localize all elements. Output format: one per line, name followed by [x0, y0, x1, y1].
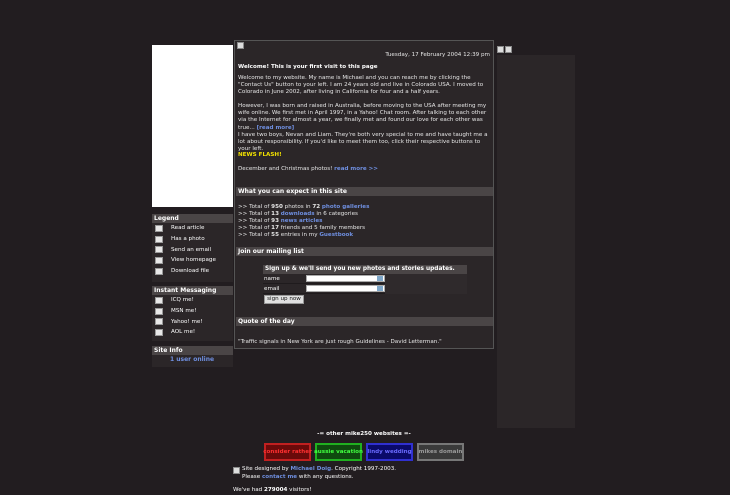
- article-icon: [155, 224, 163, 232]
- im-item-icq[interactable]: ICQ me!: [152, 295, 233, 306]
- site-info-title: Site Info: [152, 346, 233, 355]
- msn-icon: [155, 307, 163, 315]
- yahoo-icon: [155, 318, 163, 326]
- legend-item-download: Download file: [152, 266, 233, 277]
- email-label: email: [264, 285, 280, 292]
- im-item-aol[interactable]: AOL me!: [152, 327, 233, 338]
- stat-line-downloads: >> Total of 13 downloads in 6 categories: [238, 211, 358, 217]
- email-icon: [155, 246, 163, 254]
- right-column: [497, 55, 575, 428]
- quote-section-title: Quote of the day: [236, 317, 493, 326]
- banner-aussie-vacation[interactable]: aussie vacation: [314, 443, 363, 461]
- site-stats: >> Total of 950 photos in 72 photo galle…: [238, 204, 492, 239]
- site-credit: Site designed by Michael Doig. Copyright…: [233, 466, 396, 481]
- email-row: email: [263, 283, 467, 294]
- download-icon: [155, 267, 163, 275]
- name-input[interactable]: [306, 275, 385, 282]
- other-sites-title: -= other mike250 websites =-: [317, 431, 411, 437]
- left-banner-image: [152, 45, 233, 207]
- read-more-link[interactable]: [read more]: [257, 125, 295, 131]
- stat-line-news: >> Total of 93 news articles: [238, 218, 323, 224]
- users-online-link[interactable]: 1 user online: [152, 355, 233, 365]
- legend-panel: Legend Read article Has a photo Send an …: [152, 214, 233, 282]
- legend-item-homepage: View homepage: [152, 255, 233, 266]
- sign-up-button[interactable]: sign up now: [264, 295, 304, 304]
- name-row: name: [263, 273, 467, 284]
- broken-image-icon: [237, 42, 244, 49]
- broken-image-icon: [505, 46, 512, 53]
- input-autofill-icon: [377, 286, 383, 291]
- photo-galleries-link[interactable]: photo galleries: [322, 204, 370, 210]
- news-flash-heading: NEWS FLASH!: [238, 152, 282, 158]
- legend-title: Legend: [152, 214, 233, 223]
- news-read-more-link[interactable]: read more >>: [334, 166, 378, 172]
- signup-form: Sign up & we'll send you new photos and …: [263, 265, 467, 310]
- visitor-counter: We've had 279004 visitors!: [233, 487, 312, 493]
- photo-icon: [155, 235, 163, 243]
- right-icons: [497, 46, 512, 53]
- broken-image-icon: [233, 467, 240, 474]
- site-info-panel: Site Info 1 user online: [152, 346, 233, 367]
- instant-messaging-panel: Instant Messaging ICQ me! MSN me! Yahoo!…: [152, 286, 233, 341]
- legend-item-read-article: Read article: [152, 223, 233, 234]
- email-input[interactable]: [306, 285, 385, 292]
- welcome-title: Welcome! This is your first visit to thi…: [238, 64, 378, 70]
- stat-line-guestbook: >> Total of 55 entries in my Guestbook: [238, 232, 354, 238]
- expect-section-title: What you can expect in this site: [236, 187, 493, 196]
- stat-line-friends: >> Total of 17 friends and 5 family memb…: [238, 225, 366, 231]
- main-content: Tuesday, 17 February 2004 12:39 pm Welco…: [234, 40, 494, 349]
- legend-item-email: Send an email: [152, 244, 233, 255]
- intro-paragraph-3: I have two boys, Nevan and Liam. They're…: [238, 132, 488, 153]
- downloads-link[interactable]: downloads: [281, 211, 315, 217]
- banner-mikes-domain[interactable]: mikes domain: [417, 443, 464, 461]
- mailing-section-title: Join our mailing list: [236, 247, 493, 256]
- home-icon: [155, 256, 163, 264]
- news-text: December and Christmas photos! read more…: [238, 166, 378, 172]
- quote-text: "Traffic signals in New York are just ro…: [238, 339, 442, 345]
- input-autofill-icon: [377, 276, 383, 281]
- guestbook-link[interactable]: Guestbook: [319, 232, 353, 238]
- current-date: Tuesday, 17 February 2004 12:39 pm: [385, 52, 490, 58]
- intro-paragraph-1: Welcome to my website. My name is Michae…: [238, 75, 484, 96]
- contact-me-link[interactable]: contact me: [262, 474, 297, 480]
- designer-link[interactable]: Michael Doig: [290, 466, 331, 472]
- intro-paragraph-2: However, I was born and raised in Austra…: [238, 103, 487, 131]
- broken-image-icon: [497, 46, 504, 53]
- banner-lindy-wedding[interactable]: lindy wedding: [366, 443, 413, 461]
- legend-item-photo: Has a photo: [152, 234, 233, 245]
- im-item-yahoo[interactable]: Yahoo! me!: [152, 316, 233, 327]
- im-title: Instant Messaging: [152, 286, 233, 295]
- name-label: name: [264, 275, 280, 282]
- im-item-msn[interactable]: MSN me!: [152, 306, 233, 317]
- icq-icon: [155, 296, 163, 304]
- banner-consider-rather[interactable]: consider rather: [263, 443, 312, 461]
- aol-icon: [155, 328, 163, 336]
- news-articles-link[interactable]: news articles: [281, 218, 323, 224]
- stat-line-photos: >> Total of 950 photos in 72 photo galle…: [238, 204, 370, 210]
- other-sites-banners: consider rather aussie vacation lindy we…: [263, 443, 464, 461]
